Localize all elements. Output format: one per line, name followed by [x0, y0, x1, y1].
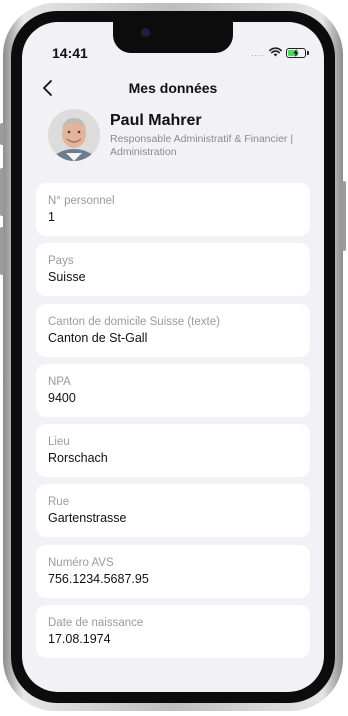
field-label: Rue: [48, 496, 70, 509]
field-value: Suisse: [48, 270, 86, 285]
profile-role: Responsable Administratif & Financier | …: [110, 133, 294, 158]
field-personnel-number: N° personnel 1: [36, 183, 310, 236]
side-button-right: [342, 181, 346, 251]
field-city: Lieu Rorschach: [36, 424, 310, 478]
field-value: 756.1234.5687.95: [48, 571, 149, 586]
field-label: NPA: [48, 375, 71, 388]
signal-icon: ....: [250, 48, 265, 58]
field-label: Lieu: [48, 436, 70, 449]
field-value: 17.08.1974: [48, 632, 111, 647]
phone-bezel: 14:41 .... Mes données Paul Mahrer Respo…: [11, 11, 335, 703]
status-time: 14:41: [52, 45, 88, 61]
avatar: [48, 109, 100, 161]
camera-icon: [141, 28, 150, 37]
wifi-icon: [269, 44, 282, 62]
screen: 14:41 .... Mes données Paul Mahrer Respo…: [22, 22, 324, 692]
page-title: Mes données: [128, 80, 218, 96]
personal-data-list: N° personnel 1 Pays Suisse Canton de dom…: [36, 183, 310, 665]
field-value: 1: [48, 210, 55, 224]
field-label: Pays: [48, 255, 74, 268]
field-value: 9400: [48, 390, 76, 405]
field-country: Pays Suisse: [36, 243, 310, 297]
field-value: Gartenstrasse: [48, 511, 127, 526]
notch: [113, 22, 233, 53]
side-button-left-3: [0, 227, 4, 275]
field-postal-code: NPA 9400: [36, 363, 310, 417]
navigation-bar: Mes données: [22, 75, 324, 101]
field-canton: Canton de domicile Suisse (texte) Canton…: [36, 303, 310, 357]
field-street: Rue Gartenstrasse: [36, 484, 310, 538]
field-value: Canton de St-Gall: [48, 330, 148, 345]
field-value: Rorschach: [48, 451, 108, 466]
profile-header: Paul Mahrer Responsable Administratif & …: [48, 109, 318, 165]
field-avs-number: Numéro AVS 756.1234.5687.95: [36, 544, 310, 598]
side-button-left-2: [0, 168, 4, 216]
battery-charging-icon: [286, 48, 309, 58]
field-label: Canton de domicile Suisse (texte): [48, 315, 220, 328]
field-label: Numéro AVS: [48, 556, 114, 569]
status-icons: ....: [250, 44, 309, 62]
side-button-left-1: [0, 123, 4, 145]
field-label: Date de naissance: [48, 617, 144, 630]
field-birth-date: Date de naissance 17.08.1974: [36, 605, 310, 659]
profile-name: Paul Mahrer: [110, 112, 202, 129]
phone-frame: 14:41 .... Mes données Paul Mahrer Respo…: [0, 3, 346, 711]
field-label: N° personnel: [48, 195, 115, 207]
